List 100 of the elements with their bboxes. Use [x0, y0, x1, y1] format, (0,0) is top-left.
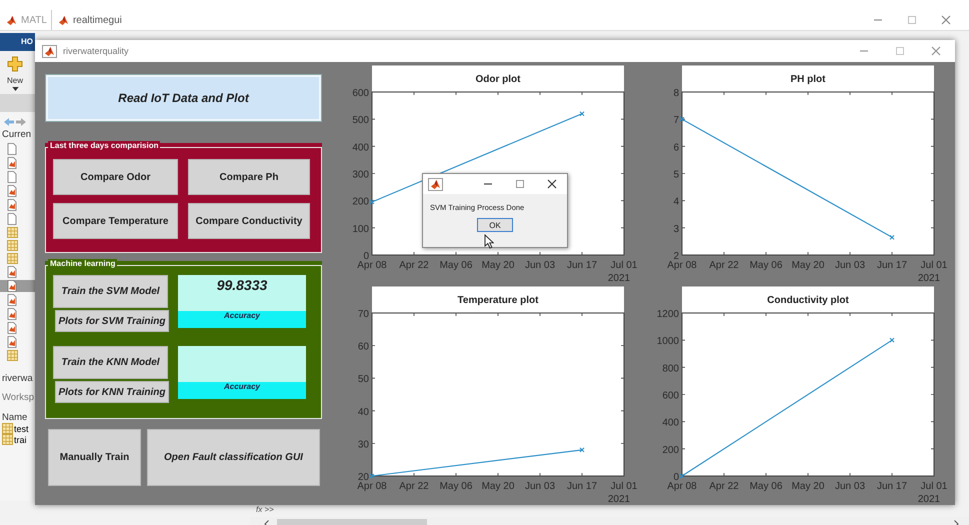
- file-icon[interactable]: [7, 336, 19, 348]
- plus-icon: [7, 56, 23, 72]
- maximize-icon[interactable]: [515, 179, 525, 189]
- table-file-icon[interactable]: [7, 253, 19, 264]
- close-icon[interactable]: [547, 179, 557, 189]
- axis-tick-label: Apr 08: [357, 481, 387, 492]
- axis-tick-label: Jul 01: [920, 481, 948, 492]
- train-button[interactable]: Train the KNN Model: [53, 346, 168, 379]
- chart-title: PH plot: [682, 66, 934, 92]
- details-label: riverwa: [1, 372, 34, 384]
- file-icon[interactable]: [7, 171, 19, 183]
- file-icon[interactable]: [7, 308, 19, 320]
- file-icon[interactable]: [7, 266, 19, 278]
- axis-tick-label: 600: [662, 390, 679, 402]
- matlab-logo-icon: [42, 44, 57, 58]
- axis-tick-label: Apr 22: [399, 481, 429, 492]
- table-icon: [2, 423, 13, 434]
- axis-tick-label: May 06: [750, 260, 782, 271]
- axis-tick-label: Jun 03: [524, 481, 556, 492]
- axis-tick-label: 800: [662, 363, 679, 374]
- maximize-icon[interactable]: [895, 46, 905, 56]
- axis-tick-label: 200: [662, 444, 679, 456]
- mouse-pointer-icon: [484, 234, 494, 249]
- axis-tick-label: Jun 17: [566, 260, 598, 271]
- axis-tick-label: 6: [673, 142, 679, 154]
- file-icon[interactable]: [7, 185, 19, 197]
- back-arrow-icon[interactable]: [4, 118, 14, 126]
- axis-tick-label: May 20: [482, 481, 514, 492]
- window-title: riverwaterquality: [63, 46, 129, 56]
- table-file-icon[interactable]: [7, 227, 19, 238]
- axis-tick-label: 600: [352, 88, 369, 99]
- open-gui-button[interactable]: Open Fault classification GUI: [147, 429, 320, 486]
- caret-icon: [12, 87, 18, 91]
- axis-tick-label: 60: [358, 342, 369, 353]
- axis-tick-label: 50: [358, 374, 369, 386]
- table-file-icon[interactable]: [7, 240, 19, 251]
- panel-title: Curren: [1, 128, 32, 140]
- table-file-icon[interactable]: [7, 350, 19, 361]
- variable-item[interactable]: test: [0, 423, 35, 434]
- compare-button[interactable]: Compare Ph: [188, 159, 310, 195]
- axis-tick-label: Apr 22: [709, 260, 739, 271]
- axis-tick-label: Jun 17: [566, 481, 598, 492]
- axis-tick-label: 0: [673, 472, 679, 483]
- file-icon[interactable]: [7, 322, 19, 334]
- variable-item[interactable]: trai: [0, 434, 35, 445]
- file-icon[interactable]: [7, 213, 19, 225]
- chart-title: Temperature plot: [372, 286, 624, 313]
- axis-tick-label: 400: [352, 142, 369, 154]
- forward-arrow-icon[interactable]: [16, 118, 26, 126]
- axis-tick-label: May 20: [482, 260, 514, 271]
- axis-tick-label: 2: [673, 251, 679, 262]
- read-data-button[interactable]: Read IoT Data and Plot: [46, 75, 321, 121]
- toolstrip-footer: [0, 94, 35, 112]
- accuracy-label: Accuracy: [178, 311, 306, 328]
- axis-tick-label: 4: [673, 196, 679, 208]
- compare-button[interactable]: Compare Conductivity: [188, 203, 310, 239]
- axis-tick-label: May 20: [792, 260, 824, 271]
- accuracy-label: Accuracy: [178, 382, 306, 399]
- maximize-icon[interactable]: [907, 15, 917, 25]
- chart-title: Conductivity plot: [767, 295, 850, 306]
- axis-tick-label: 7: [673, 115, 679, 126]
- axis-tick-label: 8: [673, 88, 679, 99]
- axis-year-label: 2021: [918, 494, 940, 505]
- axis-tick-label: Jun 17: [876, 481, 908, 492]
- axis-year-label: 2021: [608, 494, 630, 505]
- plots-button[interactable]: Plots for SVM Training: [55, 310, 169, 332]
- ok-button[interactable]: OK: [477, 218, 513, 232]
- file-icon[interactable]: [0, 280, 35, 292]
- axis-tick-label: 400: [662, 418, 679, 429]
- axis-tick-label: Jul 01: [610, 481, 638, 492]
- new-button[interactable]: New: [0, 51, 30, 94]
- axis-tick-label: 200: [352, 196, 369, 208]
- axis-tick-label: 5: [673, 170, 679, 180]
- file-icon[interactable]: [7, 294, 19, 306]
- toolstrip-tab[interactable]: HO: [0, 33, 35, 51]
- plots-button[interactable]: Plots for KNN Training: [55, 381, 169, 403]
- accuracy-display: 99.8333: [178, 275, 306, 311]
- matlab-logo-icon: [6, 14, 17, 26]
- axis-tick-label: 70: [358, 309, 369, 320]
- axis-tick-label: May 20: [792, 481, 824, 492]
- axis-tick-label: Jul 01: [610, 260, 638, 271]
- axis-tick-label: Jun 03: [834, 260, 866, 271]
- file-icon[interactable]: [7, 199, 19, 211]
- axis-tick-label: 300: [352, 170, 369, 180]
- file-icon[interactable]: [7, 143, 19, 155]
- compare-button[interactable]: Compare Odor: [53, 159, 178, 195]
- axis-year-label: 2021: [608, 273, 630, 284]
- axis-tick-label: 40: [358, 406, 369, 418]
- axis-tick-label: 20: [358, 472, 369, 483]
- command-prompt: fx >>: [255, 505, 275, 514]
- axis-year-label: 2021: [918, 273, 940, 284]
- compare-button[interactable]: Compare Temperature: [53, 203, 178, 239]
- group-title: Machine learning: [48, 259, 118, 268]
- train-button[interactable]: Train the SVM Model: [53, 275, 168, 308]
- axis-tick-label: May 06: [750, 481, 782, 492]
- file-icon[interactable]: [7, 157, 19, 169]
- chart-title: Odor plot: [476, 74, 522, 85]
- manual-train-button[interactable]: Manually Train: [48, 429, 141, 486]
- axis-tick-label: 1000: [656, 336, 679, 348]
- axis-tick-label: 3: [673, 224, 679, 235]
